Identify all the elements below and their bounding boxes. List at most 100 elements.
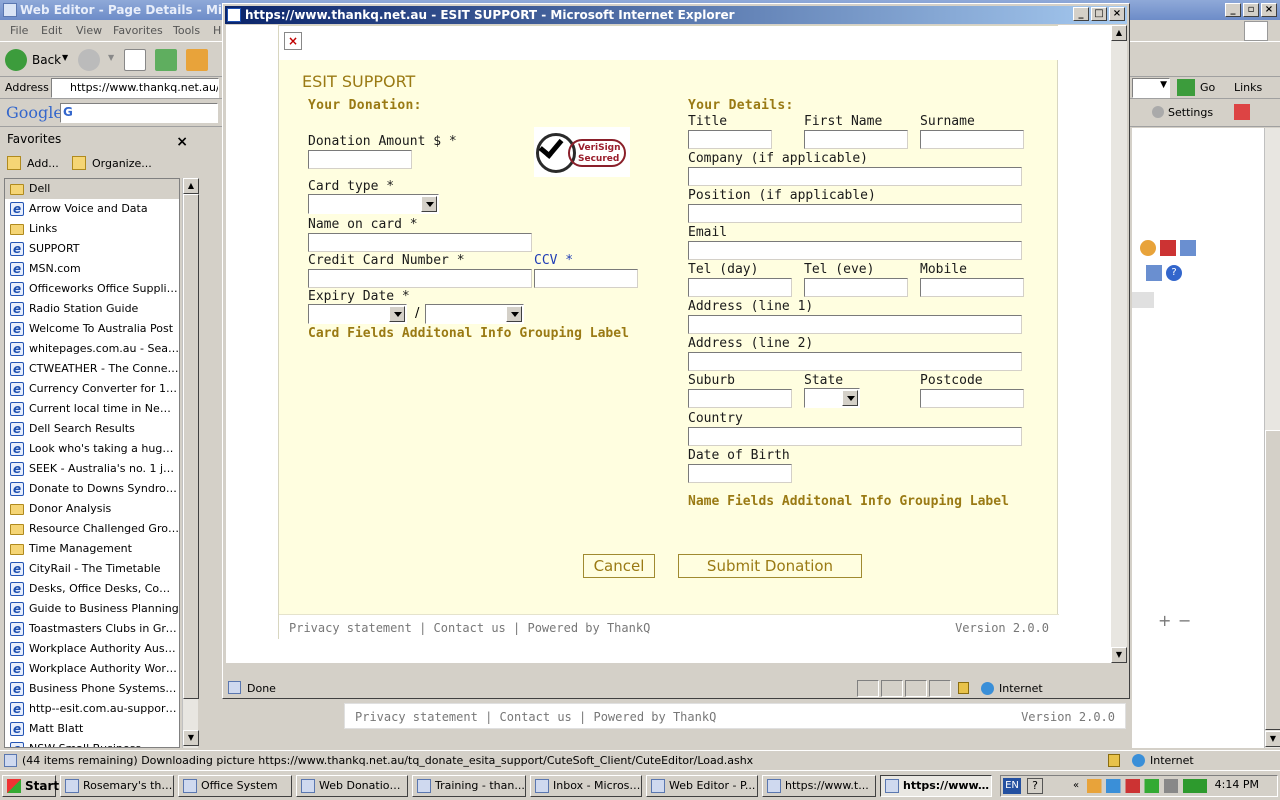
privacy-link[interactable]: Privacy statement: [289, 621, 412, 635]
contact-link[interactable]: Contact us: [500, 710, 572, 724]
settings-button[interactable]: Settings: [1168, 106, 1213, 119]
popup-scroll-up-button[interactable]: ▲: [1111, 25, 1127, 41]
position-input[interactable]: [688, 204, 1022, 223]
favorites-item[interactable]: SUPPORT: [5, 239, 179, 259]
page-scroll-down-button[interactable]: ▼: [1265, 731, 1280, 747]
cc-number-input[interactable]: [308, 269, 532, 288]
back-arrow-icon[interactable]: [5, 49, 27, 71]
restore-button[interactable]: ▫: [1243, 3, 1259, 17]
menu-help[interactable]: H: [213, 24, 221, 37]
close-button[interactable]: ×: [1261, 3, 1277, 17]
favorites-item[interactable]: Time Management: [5, 539, 179, 559]
stop-icon[interactable]: [124, 49, 146, 71]
translate-icon[interactable]: [1234, 104, 1250, 120]
dob-input[interactable]: [688, 464, 792, 483]
favorites-item[interactable]: Resource Challenged Group: [5, 519, 179, 539]
minimize-button[interactable]: _: [1225, 3, 1241, 17]
surname-input[interactable]: [920, 130, 1024, 149]
popup-scroll-down-button[interactable]: ▼: [1111, 647, 1127, 663]
favorites-item[interactable]: Business Phone Systems, In...: [5, 679, 179, 699]
ccv-input[interactable]: [534, 269, 638, 288]
taskbar-button[interactable]: Inbox - Microso...: [530, 775, 642, 797]
taskbar-button[interactable]: Office System: [178, 775, 292, 797]
plus-icon[interactable]: +: [1158, 611, 1171, 630]
favorites-item[interactable]: Matt Blatt: [5, 719, 179, 739]
tray-icons[interactable]: [1087, 779, 1207, 793]
privacy-link[interactable]: Privacy statement: [355, 710, 478, 724]
menu-favorites[interactable]: Favorites: [113, 24, 163, 37]
suburb-input[interactable]: [688, 389, 792, 408]
favorites-item[interactable]: whitepages.com.au - Search...: [5, 339, 179, 359]
tel-day-input[interactable]: [688, 278, 792, 297]
taskbar-button[interactable]: https://www....: [880, 775, 992, 797]
name-on-card-input[interactable]: [308, 233, 532, 252]
address2-input[interactable]: [688, 352, 1022, 371]
cancel-button[interactable]: Cancel: [583, 554, 655, 578]
popup-maximize-button[interactable]: □: [1091, 7, 1107, 21]
favorites-scrollbar[interactable]: ▲ ▼: [182, 178, 199, 748]
company-input[interactable]: [688, 167, 1022, 186]
favorites-item[interactable]: MSN.com: [5, 259, 179, 279]
language-indicator[interactable]: EN: [1003, 778, 1021, 794]
refresh-icon[interactable]: [155, 49, 177, 71]
expiry-year-select[interactable]: [425, 304, 524, 324]
google-search-input[interactable]: G: [60, 103, 218, 123]
favorites-item[interactable]: Current local time in New Yor...: [5, 399, 179, 419]
card-type-select[interactable]: [308, 194, 439, 214]
popup-minimize-button[interactable]: _: [1073, 7, 1089, 21]
state-select[interactable]: [804, 388, 860, 408]
country-input[interactable]: [688, 427, 1022, 446]
go-arrow-icon[interactable]: [1177, 79, 1195, 96]
postcode-input[interactable]: [920, 389, 1024, 408]
title-input[interactable]: [688, 130, 772, 149]
favorites-item[interactable]: Dell Search Results: [5, 419, 179, 439]
favorites-item[interactable]: CTWEATHER - The Connecti...: [5, 359, 179, 379]
taskbar-button[interactable]: Training - than...: [412, 775, 526, 797]
add-favorite-button[interactable]: Add...: [27, 157, 59, 170]
scroll-up-button[interactable]: ▲: [183, 178, 199, 194]
favorites-item[interactable]: Look who's taking a huge slic...: [5, 439, 179, 459]
favorites-item[interactable]: Dell: [5, 179, 179, 199]
expiry-month-select[interactable]: [308, 304, 407, 324]
menu-tools[interactable]: Tools: [173, 24, 200, 37]
forward-arrow-icon[interactable]: [78, 49, 100, 71]
page-scrollbar[interactable]: ▼: [1264, 128, 1280, 748]
address1-input[interactable]: [688, 315, 1022, 334]
home-icon[interactable]: [186, 49, 208, 71]
donation-amount-input[interactable]: [308, 150, 412, 169]
favorites-item[interactable]: Guide to Business Planning: [5, 599, 179, 619]
go-button[interactable]: Go: [1200, 81, 1215, 94]
favorites-item[interactable]: Desks, Office Desks, Comput...: [5, 579, 179, 599]
contact-link[interactable]: Contact us: [434, 621, 506, 635]
back-dropdown-icon[interactable]: ▼: [62, 53, 68, 62]
popup-close-button[interactable]: ×: [1109, 7, 1125, 21]
minus-icon[interactable]: −: [1178, 611, 1191, 630]
favorites-item[interactable]: http--esit.com.au-support-st...: [5, 699, 179, 719]
menu-edit[interactable]: Edit: [41, 24, 62, 37]
taskbar-button[interactable]: https://www.t...: [762, 775, 876, 797]
menu-file[interactable]: File: [10, 24, 28, 37]
submit-donation-button[interactable]: Submit Donation: [678, 554, 862, 578]
organize-button[interactable]: Organize...: [92, 157, 152, 170]
back-button[interactable]: Back: [32, 53, 61, 67]
page-scroll-thumb[interactable]: [1265, 430, 1280, 730]
links-label[interactable]: Links: [1234, 81, 1262, 94]
address-dropdown[interactable]: ▼: [1132, 78, 1170, 98]
expand-tray-icon[interactable]: «: [1073, 780, 1079, 791]
favorites-item[interactable]: Workplace Authority Australi...: [5, 639, 179, 659]
menu-view[interactable]: View: [76, 24, 102, 37]
tel-eve-input[interactable]: [804, 278, 908, 297]
taskbar-button[interactable]: Web Donations...: [296, 775, 408, 797]
favorites-item[interactable]: CityRail - The Timetable: [5, 559, 179, 579]
popup-scrollbar[interactable]: ▲ ▼: [1111, 25, 1127, 663]
favorites-item[interactable]: Links: [5, 219, 179, 239]
help-tray-icon[interactable]: ?: [1027, 778, 1043, 794]
taskbar-button[interactable]: Web Editor - P...: [646, 775, 758, 797]
favorites-item[interactable]: Donate to Downs Syndrome: [5, 479, 179, 499]
first-name-input[interactable]: [804, 130, 908, 149]
favorites-item[interactable]: NSW Small Business: [5, 739, 179, 747]
forward-dropdown-icon[interactable]: ▼: [108, 53, 114, 62]
favorites-item[interactable]: Radio Station Guide: [5, 299, 179, 319]
scroll-thumb[interactable]: [183, 194, 199, 699]
favorites-item[interactable]: Arrow Voice and Data: [5, 199, 179, 219]
